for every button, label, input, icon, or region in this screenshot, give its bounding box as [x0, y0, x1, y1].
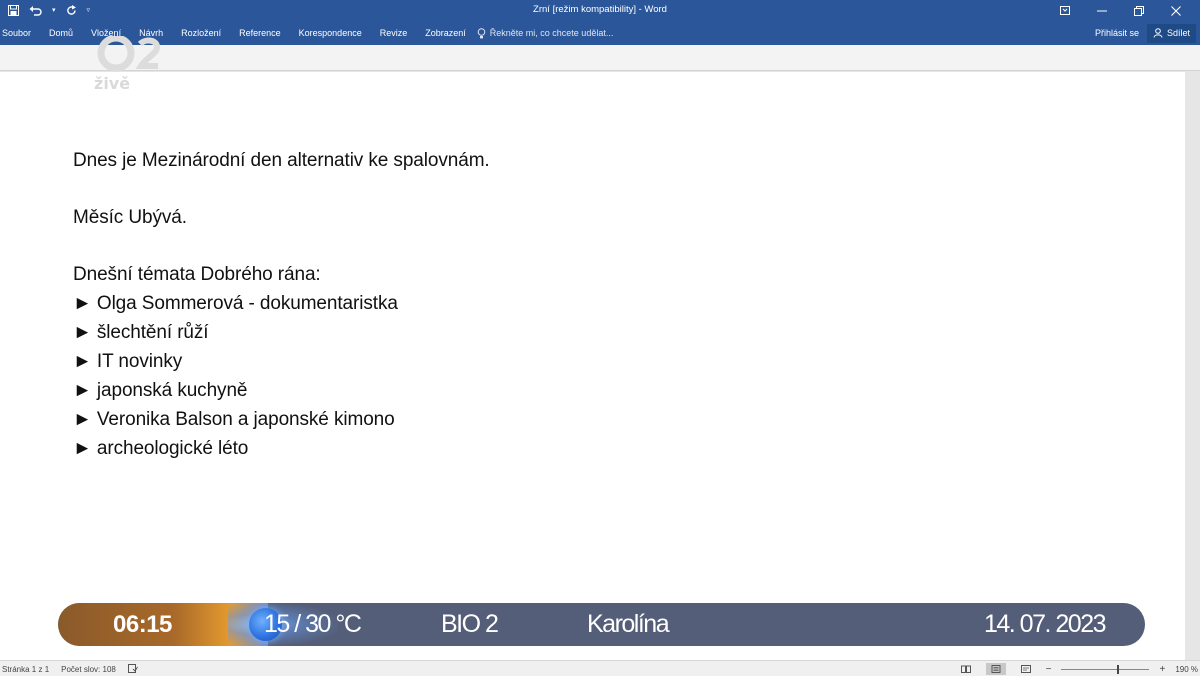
ribbon-display-options-icon[interactable] [1046, 0, 1083, 21]
tell-me-placeholder: Řekněte mi, co chcete udělat... [489, 28, 614, 38]
ticker-channel: BIO 2 [441, 610, 499, 638]
status-right: − + 190 % [956, 662, 1198, 676]
status-bar: Stránka 1 z 1 Počet slov: 108 − + 190 % [0, 660, 1200, 676]
ticker-name-day: Karolína [587, 610, 670, 638]
bullet-item: ► IT novinky [73, 351, 183, 372]
broadcast-ticker: 06:15 15 / 30 °C BIO 2 Karolína 14. 07. … [58, 603, 1145, 646]
doc-line: Dnes je Mezinárodní den alternativ ke sp… [73, 150, 490, 171]
tab-review[interactable]: Revize [371, 21, 417, 45]
document-page[interactable]: Dnes je Mezinárodní den alternativ ke sp… [0, 72, 1185, 660]
document-body[interactable]: Dnes je Mezinárodní den alternativ ke sp… [73, 146, 490, 463]
ticker-temperature: 15 / 30 °C [264, 610, 362, 638]
zoom-slider-thumb[interactable] [1117, 664, 1120, 674]
zoom-level[interactable]: 190 % [1175, 665, 1198, 674]
web-layout-icon[interactable] [1016, 663, 1036, 675]
doc-line: Dnešní témata Dobrého rána: [73, 264, 321, 285]
bullet-item: ► archeologické léto [73, 438, 249, 459]
share-label: Sdílet [1166, 28, 1190, 38]
tell-me-box[interactable]: Řekněte mi, co chcete udělat... [477, 27, 614, 39]
close-icon[interactable] [1157, 0, 1194, 21]
zoom-in-button[interactable]: + [1159, 664, 1165, 675]
status-left: Stránka 1 z 1 Počet slov: 108 [2, 664, 138, 675]
title-bar: ▾ ▿ Zrní [režim kompatibility] - Word [0, 0, 1200, 21]
person-icon [1153, 28, 1163, 38]
account-area: Přihlásit se Sdílet [1095, 23, 1196, 43]
word-count[interactable]: Počet slov: 108 [61, 665, 116, 674]
tab-layout[interactable]: Rozložení [172, 21, 230, 45]
proofing-icon[interactable] [127, 664, 138, 675]
read-mode-icon[interactable] [956, 663, 976, 675]
tab-mailings[interactable]: Korespondence [290, 21, 371, 45]
ticker-date: 14. 07. 2023 [983, 610, 1107, 638]
tab-file[interactable]: Soubor [2, 21, 40, 45]
tab-view[interactable]: Zobrazení [416, 21, 475, 45]
window-controls [1046, 0, 1194, 21]
ticker-time: 06:15 [113, 611, 172, 638]
restore-icon[interactable] [1120, 0, 1157, 21]
bullet-item: ► šlechtění růží [73, 322, 209, 343]
print-layout-icon[interactable] [985, 663, 1006, 675]
bullet-item: ► Veronika Balson a japonské kimono [73, 409, 395, 430]
bullet-item: ► japonská kuchyně [73, 380, 248, 401]
zoom-out-button[interactable]: − [1046, 664, 1052, 675]
lightbulb-icon [477, 27, 486, 38]
zoom-slider[interactable] [1061, 664, 1150, 674]
sign-in-link[interactable]: Přihlásit se [1095, 28, 1139, 38]
channel-logo-text: živě [94, 74, 131, 93]
share-button[interactable]: Sdílet [1146, 23, 1196, 43]
ribbon-tab-row: Soubor Domů Vložení Návrh Rozložení Refe… [0, 21, 1200, 45]
document-area: Dnes je Mezinárodní den alternativ ke sp… [0, 72, 1200, 660]
tab-home[interactable]: Domů [40, 21, 82, 45]
word-window: ▾ ▿ Zrní [režim kompatibility] - Word So… [0, 0, 1200, 676]
minimize-icon[interactable] [1083, 0, 1120, 21]
tab-references[interactable]: Reference [230, 21, 290, 45]
ribbon-collapsed-strip [0, 45, 1200, 71]
window-title: Zrní [režim kompatibility] - Word [533, 4, 667, 15]
page-count[interactable]: Stránka 1 z 1 [2, 665, 49, 674]
bullet-item: ► Olga Sommerová - dokumentaristka [73, 293, 398, 314]
doc-line: Měsíc Ubývá. [73, 207, 187, 228]
